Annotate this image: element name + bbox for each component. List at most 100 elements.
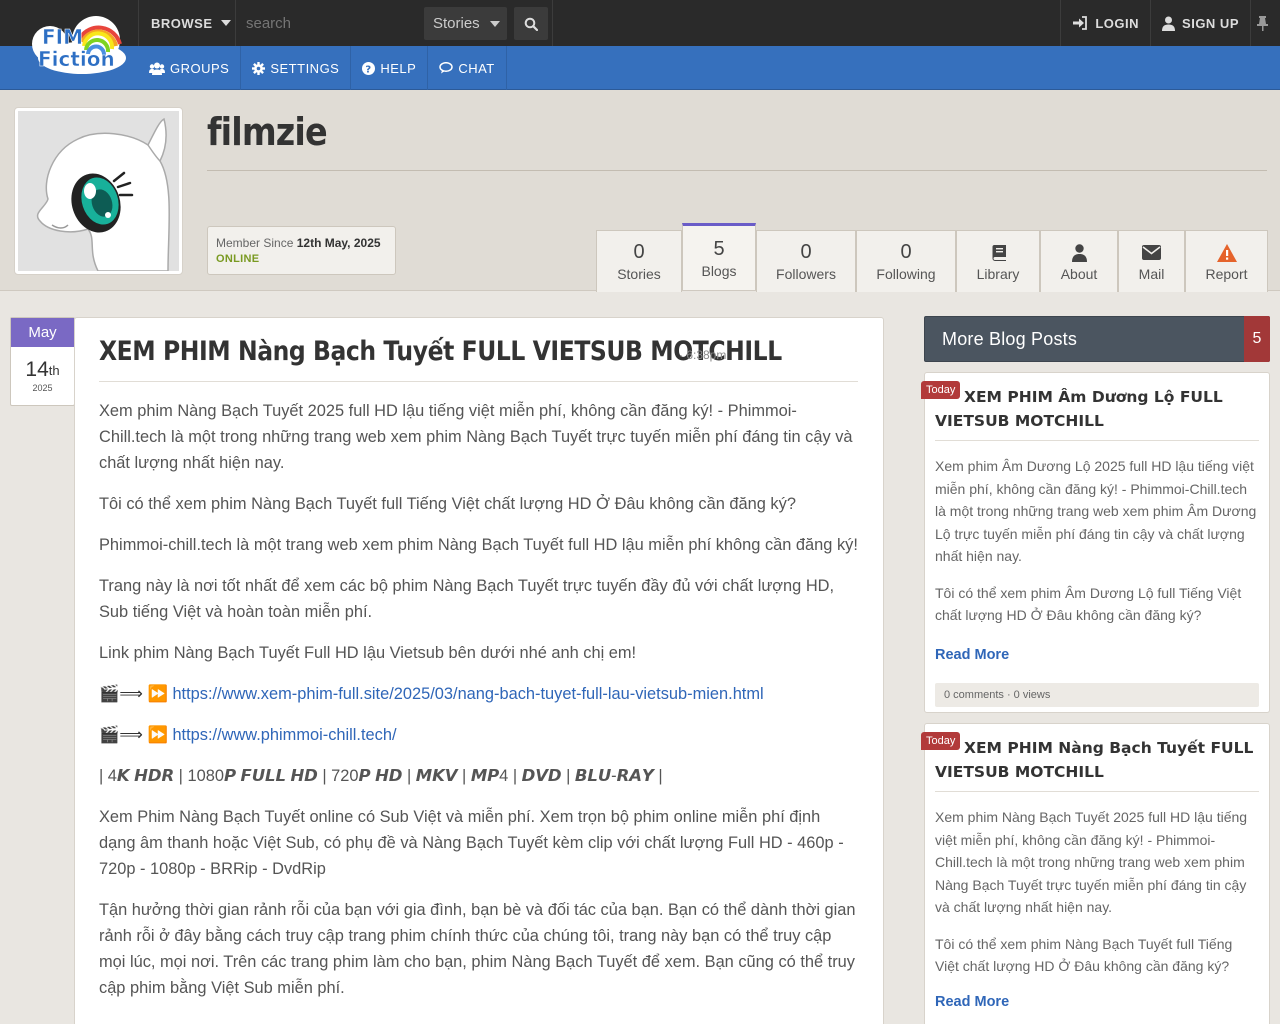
pin-button[interactable]: [1250, 0, 1280, 46]
blog-card: Today XEM PHIM Nàng Bạch Tuyết FULL VIET…: [921, 723, 1270, 1024]
top-bar: BROWSE Stories LOGIN SIGN UP: [0, 0, 1280, 46]
logo-text-top: FIM: [42, 25, 83, 49]
tab-following-label: Following: [876, 266, 936, 282]
post-link[interactable]: https://www.xem-phim-full.site/2025/03/n…: [172, 685, 763, 703]
more-blog-posts-header: More Blog Posts 5: [924, 316, 1270, 362]
tab-library-label: Library: [976, 265, 1020, 282]
post-link[interactable]: https://www.phimmoi-chill.tech/: [172, 726, 396, 744]
fimfiction-logo: FIM Fiction: [32, 16, 126, 74]
divider: [552, 0, 553, 46]
post-paragraph: Tận hưởng thời gian rảnh rỗi của bạn với…: [99, 901, 856, 997]
tab-blogs-label: Blogs: [701, 262, 737, 279]
read-more-link[interactable]: Read More: [935, 647, 1259, 663]
tab-about[interactable]: About: [1040, 230, 1118, 292]
post-paragraph: Link phim Nàng Bạch Tuyết Full HD lậu Vi…: [99, 644, 637, 662]
signup-label: SIGN UP: [1182, 15, 1239, 31]
question-icon: ?: [362, 61, 376, 75]
signup-button[interactable]: SIGN UP: [1150, 0, 1250, 46]
clapper-arrow-icon: 🎬⟹ ⏩: [99, 685, 168, 703]
users-icon: [149, 62, 165, 75]
tab-mail[interactable]: Mail: [1118, 230, 1185, 292]
tab-followers[interactable]: 0 Followers: [756, 230, 856, 292]
post-quality-line: | 4𝙆 𝙃𝘿𝙍 | 1080𝙋 𝙁𝙐𝙇𝙇 𝙃𝘿 | 720𝙋 𝙃𝘿 | 𝙈𝙆𝙑…: [99, 767, 663, 785]
clapper-arrow-icon: 🎬⟹ ⏩: [99, 726, 168, 744]
tab-blogs[interactable]: 5 Blogs: [682, 223, 756, 290]
divider: [99, 381, 858, 382]
blog-card-title[interactable]: XEM PHIM Âm Dương Lộ FULL VIETSUB MOTCHI…: [935, 385, 1259, 433]
nav-chat-label: CHAT: [458, 60, 495, 76]
user-icon: [1162, 16, 1176, 31]
sign-in-icon: [1073, 16, 1088, 30]
tab-report-label: Report: [1205, 265, 1248, 282]
profile-header: filmzie Member Since 12th May, 2025 ONLI…: [0, 90, 1280, 292]
avatar[interactable]: [14, 107, 183, 275]
tab-mail-label: Mail: [1138, 265, 1165, 282]
pony-avatar-image: [18, 111, 179, 271]
post-date-badge: May 14th 2025: [10, 317, 75, 406]
warning-icon: [1216, 243, 1237, 262]
divider: [935, 791, 1259, 792]
blog-post: XEM PHIM Nàng Bạch Tuyết FULL VIETSUB MO…: [74, 317, 884, 1024]
post-paragraph: Xem Phim Nàng Bạch Tuyết online có Sub V…: [99, 808, 844, 878]
profile-tabs: 0 Stories 5 Blogs 0 Followers 0 Followin…: [596, 223, 1268, 292]
tab-about-label: About: [1060, 265, 1098, 282]
post-date-month: May: [11, 318, 74, 347]
search-type-value: Stories: [433, 15, 480, 32]
tab-library[interactable]: Library: [956, 230, 1040, 292]
profile-username: filmzie: [207, 110, 328, 154]
divider: [935, 440, 1259, 441]
search-button[interactable]: [514, 7, 548, 40]
post-time: · 6:38pm: [679, 348, 727, 362]
tab-followers-count: 0: [800, 241, 812, 263]
post-date-day: 14th: [11, 359, 74, 383]
blog-card-stats: 0 comments · 0 views: [935, 682, 1259, 707]
logo-text-bottom: Fiction: [38, 47, 115, 71]
nav-groups-label: GROUPS: [170, 60, 230, 76]
blog-card-excerpt: Xem phim Âm Dương Lộ 2025 full HD lậu ti…: [935, 458, 1257, 564]
nav-settings-label: SETTINGS: [270, 60, 340, 76]
browse-menu[interactable]: BROWSE: [138, 0, 236, 46]
blog-count-badge: 5: [1244, 316, 1270, 362]
svg-text:?: ?: [366, 64, 372, 75]
post-date-day-suffix: th: [48, 363, 60, 378]
post-date-day-number: 14: [25, 358, 49, 381]
nav-groups[interactable]: GROUPS: [138, 46, 242, 90]
tab-following[interactable]: 0 Following: [856, 230, 956, 292]
pin-icon: [1256, 15, 1268, 31]
sub-nav-bar: GROUPS SETTINGS ? HELP CHAT: [0, 46, 1280, 90]
post-paragraph: Xem phim Nàng Bạch Tuyết 2025 full HD lậ…: [99, 402, 853, 472]
read-more-link[interactable]: Read More: [935, 994, 1259, 1010]
nav-help[interactable]: ? HELP: [351, 46, 429, 90]
post-paragraph: Phimmoi-chill.tech là một trang web xem …: [99, 536, 858, 554]
nav-help-label: HELP: [380, 60, 417, 76]
search-input[interactable]: [237, 0, 421, 46]
nav-chat[interactable]: CHAT: [428, 46, 507, 90]
tab-stories-count: 0: [633, 241, 645, 263]
post-link-line: 🎬⟹ ⏩ https://www.phimmoi-chill.tech/: [99, 722, 858, 748]
sidebar-title: More Blog Posts: [942, 329, 1078, 349]
book-icon: [991, 245, 1006, 261]
chevron-down-icon: [489, 20, 500, 27]
chat-icon: [439, 62, 454, 74]
blog-card-excerpt: Tôi có thể xem phim Âm Dương Lộ full Tiế…: [935, 584, 1242, 624]
post-paragraph: Tôi có thể xem phim Nàng Bạch Tuyết full…: [99, 495, 796, 513]
search-type-select[interactable]: Stories: [424, 7, 507, 40]
browse-label: BROWSE: [151, 15, 213, 31]
tab-report[interactable]: Report: [1185, 230, 1268, 292]
chevron-down-icon: [220, 20, 231, 26]
tab-stories-label: Stories: [617, 266, 661, 282]
login-button[interactable]: LOGIN: [1060, 0, 1150, 46]
mail-icon: [1142, 245, 1161, 260]
blog-card-excerpt: Xem phim Nàng Bạch Tuyết 2025 full HD lậ…: [935, 809, 1248, 915]
post-title[interactable]: XEM PHIM Nàng Bạch Tuyết FULL VIETSUB MO…: [99, 336, 858, 367]
post-body: Xem phim Nàng Bạch Tuyết 2025 full HD lậ…: [99, 398, 858, 1001]
tab-stories[interactable]: 0 Stories: [596, 230, 682, 292]
nav-settings[interactable]: SETTINGS: [241, 46, 352, 90]
blog-card-excerpt: Tôi có thể xem phim Nàng Bạch Tuyết full…: [935, 935, 1233, 975]
online-status: ONLINE: [216, 253, 260, 265]
site-logo[interactable]: FIM Fiction: [0, 0, 138, 90]
divider: [207, 170, 1267, 171]
account-nav: LOGIN SIGN UP: [1060, 0, 1280, 46]
post-paragraph: Trang này là nơi tốt nhất để xem các bộ …: [99, 577, 835, 621]
blog-card-title[interactable]: XEM PHIM Nàng Bạch Tuyết FULL VIETSUB MO…: [935, 736, 1259, 784]
